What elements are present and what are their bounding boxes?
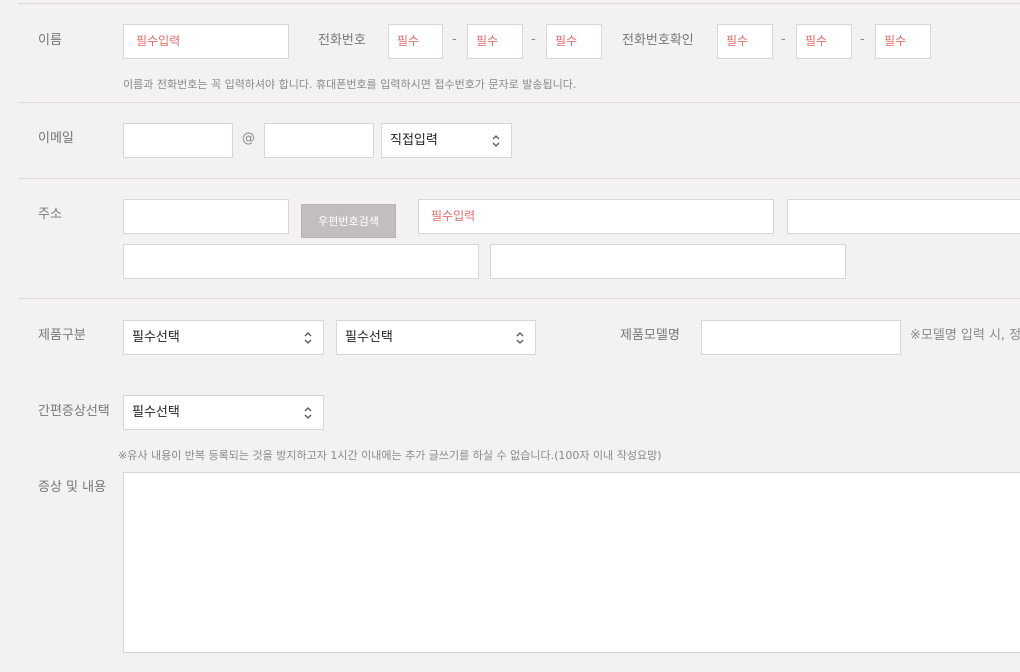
product-model-label: 제품모델명 (620, 328, 680, 343)
address-reference-input[interactable] (490, 244, 846, 279)
address-label: 주소 (38, 207, 62, 222)
post-limit-note: ※유사 내용이 반복 등록되는 것을 방지하고자 1시간 이내에는 추가 글쓰기… (118, 449, 662, 462)
address-extra-input[interactable] (787, 199, 1020, 234)
phone-dash: - (531, 32, 536, 47)
select-arrows-icon (516, 332, 524, 344)
phone-label: 전화번호 (318, 33, 366, 48)
email-at-sign: @ (242, 131, 255, 146)
phone-confirm-part2-input[interactable]: 필수 (796, 24, 852, 59)
email-domain-select[interactable]: 직접입력 (381, 123, 512, 158)
product-model-note: ※모델명 입력 시, 정 (910, 328, 1020, 343)
product-subcategory-select[interactable]: 필수선택 (336, 320, 536, 355)
name-label: 이름 (38, 33, 62, 48)
phone-part2-input[interactable]: 필수 (467, 24, 523, 59)
product-category-select[interactable]: 필수선택 (123, 320, 324, 355)
product-type-label: 제품구분 (38, 328, 86, 343)
name-phone-note: 이름과 전화번호는 꼭 입력하셔야 합니다. 휴대폰번호를 입력하시면 접수번호… (123, 78, 577, 91)
symptom-label: 간편증상선택 (38, 404, 110, 419)
address-detail-input[interactable] (123, 244, 479, 279)
phone-confirm-dash: - (860, 32, 865, 47)
phone-dash: - (452, 32, 457, 47)
phone-confirm-part3-input[interactable]: 필수 (875, 24, 931, 59)
divider (18, 178, 1020, 179)
email-domain-select-value: 직접입력 (390, 133, 438, 148)
select-arrows-icon (304, 407, 312, 419)
divider (18, 102, 1020, 103)
select-arrows-icon (492, 135, 500, 147)
product-model-input[interactable] (701, 320, 901, 355)
content-textarea[interactable] (123, 472, 1020, 653)
address-input[interactable]: 필수입력 (418, 199, 774, 234)
name-input[interactable]: 필수입력 (123, 24, 289, 59)
content-label: 증상 및 내용 (38, 480, 107, 495)
phone-confirm-label: 전화번호확인 (622, 33, 694, 48)
zipcode-search-button[interactable]: 우편번호검색 (301, 204, 396, 238)
email-id-input[interactable] (123, 123, 233, 158)
email-label: 이메일 (38, 131, 74, 146)
symptom-select-value: 필수선택 (132, 405, 180, 420)
product-subcategory-select-value: 필수선택 (345, 330, 393, 345)
phone-part1-input[interactable]: 필수 (388, 24, 443, 59)
divider-top (18, 3, 1020, 4)
phone-confirm-part1-input[interactable]: 필수 (717, 24, 773, 59)
zipcode-input[interactable] (123, 199, 289, 234)
email-domain-input[interactable] (264, 123, 374, 158)
divider (18, 298, 1020, 299)
phone-part3-input[interactable]: 필수 (546, 24, 602, 59)
product-category-select-value: 필수선택 (132, 330, 180, 345)
symptom-select[interactable]: 필수선택 (123, 395, 324, 430)
phone-confirm-dash: - (781, 32, 786, 47)
select-arrows-icon (304, 332, 312, 344)
